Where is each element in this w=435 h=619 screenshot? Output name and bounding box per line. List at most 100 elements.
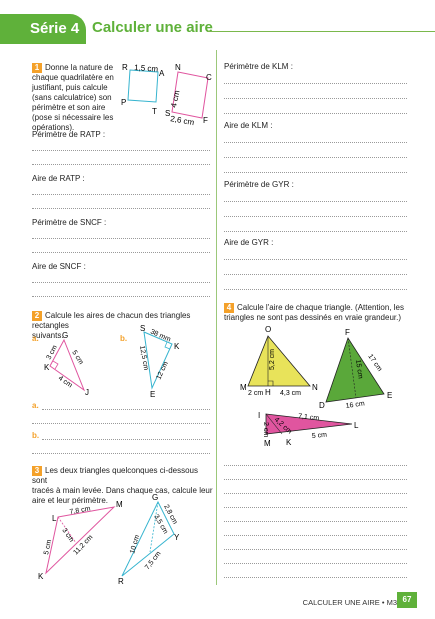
instruction-line: Calcule l'aire de chaque triangle. (Atte…: [237, 303, 404, 312]
dim-oh: 5,2 cm: [269, 349, 276, 370]
answer-line: [224, 479, 407, 480]
header-rule: [207, 31, 435, 32]
right-angle-mark: [52, 360, 59, 370]
label-H: H: [265, 388, 271, 397]
label-G: G: [62, 331, 68, 340]
footer-text: CALCULER UNE AIRE • M3: [302, 598, 397, 607]
part-b-label: b.: [120, 334, 128, 343]
answer-line: [32, 194, 210, 195]
label-E: E: [387, 391, 392, 400]
label-S: S: [140, 324, 145, 333]
label-perimeter-sncf: Périmètre de SNCF :: [32, 218, 107, 227]
answer-line: [224, 83, 407, 84]
label-K: K: [174, 342, 180, 351]
label-O: O: [265, 325, 271, 334]
dim-lk: 5 cm: [43, 539, 53, 555]
answer-line: [224, 201, 407, 202]
triangle-pink-figure: L M K I 7,1 cm 2 cm 4,2 cm 5 cm: [258, 411, 359, 448]
answer-line: [224, 507, 407, 508]
answer-line: [42, 439, 210, 440]
exercise-number: 4: [224, 303, 234, 313]
answer-line: [32, 453, 210, 454]
answer-line: [32, 282, 210, 283]
answer-line: [32, 423, 210, 424]
answer-line: [224, 577, 407, 578]
label-Y: Y: [174, 533, 180, 542]
dim-se: 12,5 cm: [138, 345, 149, 371]
answer-line: [224, 142, 407, 143]
label-perimeter-gyr: Périmètre de GYR :: [224, 180, 294, 189]
answer-line: [224, 535, 407, 536]
dim-gj: 5 cm: [70, 349, 84, 366]
answer-line: [32, 208, 210, 209]
exercise-number: 1: [32, 63, 42, 73]
triangle-omn-figure: O M H N 5,2 cm 2 cm 4,3 cm: [240, 325, 318, 397]
label-R: R: [118, 577, 124, 585]
label-P: P: [121, 98, 126, 107]
dim-ratp: 1,5 cm: [134, 63, 159, 74]
triangle-fde: [325, 337, 385, 403]
dim-sk: 38 mm: [149, 328, 172, 343]
column-divider: [216, 50, 217, 585]
ratp-shape: [127, 69, 159, 103]
answer-line: [224, 549, 407, 550]
dim-lm: 7,8 cm: [69, 505, 91, 516]
label-C: C: [206, 73, 212, 82]
label-K: K: [44, 363, 50, 372]
label-F: F: [345, 328, 350, 337]
label-N: N: [175, 63, 181, 72]
page-header: Série 4 Calculer une aire: [0, 0, 435, 44]
label-area-sncf: Aire de SNCF :: [32, 262, 86, 271]
label-M: M: [264, 439, 271, 448]
answer-line: [42, 409, 210, 410]
answer-line: [224, 157, 407, 158]
answer-line: [32, 238, 210, 239]
dim-hn: 4,3 cm: [280, 390, 301, 397]
label-G: G: [152, 493, 158, 502]
quadrilaterals-figure: R A P T N C S F 1,5 cm 4 cm 2,6 cm: [121, 63, 212, 126]
dim-sncf-side: 4 cm: [169, 89, 181, 108]
triangle-gyr-figure: G Y R 2,8 cm 3,5 cm 10 cm 7,5 cm: [118, 493, 180, 585]
answer-line: [224, 274, 407, 275]
label-I: I: [258, 411, 260, 420]
triangle-ske-figure: S K E 38 mm 12,5 cm 12 cm: [138, 324, 180, 399]
label-T: T: [152, 107, 157, 116]
dim-mh: 2 cm: [248, 390, 263, 397]
label-area-klm: Aire de KLM :: [224, 121, 273, 130]
answer-line: [224, 493, 407, 494]
exercise-number: 2: [32, 311, 42, 321]
label-R: R: [122, 63, 128, 72]
label-perimeter-ratp: Périmètre de RATP :: [32, 130, 106, 139]
answer-line: [224, 563, 407, 564]
answer-line: [224, 289, 407, 290]
instruction-line: Donne la nature de: [45, 63, 114, 72]
answer-line: [224, 521, 407, 522]
label-L: L: [52, 514, 57, 523]
series-badge: Série 4: [0, 14, 86, 44]
dim-yr: 7,5 cm: [144, 550, 163, 571]
label-J: J: [85, 388, 89, 397]
answer-line: [224, 216, 407, 217]
dim-base: 5 cm: [312, 432, 328, 440]
label-K: K: [38, 572, 44, 581]
dim-gr: 10 cm: [129, 534, 141, 554]
label-F: F: [203, 116, 208, 125]
triangle-omn: [247, 335, 311, 387]
answer-line: [224, 172, 407, 173]
label-E: E: [150, 390, 155, 399]
answer-a-label: a.: [32, 401, 39, 410]
answer-line: [32, 150, 210, 151]
label-K: K: [286, 438, 292, 447]
triangle-fde-figure: F D E 17 cm 15 cm 16 cm: [319, 328, 392, 410]
answer-line: [224, 259, 407, 260]
label-L: L: [354, 421, 359, 430]
exercise-4-instructions: 4 Calcule l'aire de chaque triangle. (Att…: [224, 303, 414, 323]
page-number: 67: [397, 592, 417, 608]
answer-line: [224, 465, 407, 466]
answer-line: [32, 252, 210, 253]
answer-line: [224, 98, 407, 99]
dim-vert: 2 cm: [262, 422, 269, 437]
exercise-number: 3: [32, 466, 42, 476]
answer-line: [32, 296, 210, 297]
label-area-ratp: Aire de RATP :: [32, 174, 85, 183]
